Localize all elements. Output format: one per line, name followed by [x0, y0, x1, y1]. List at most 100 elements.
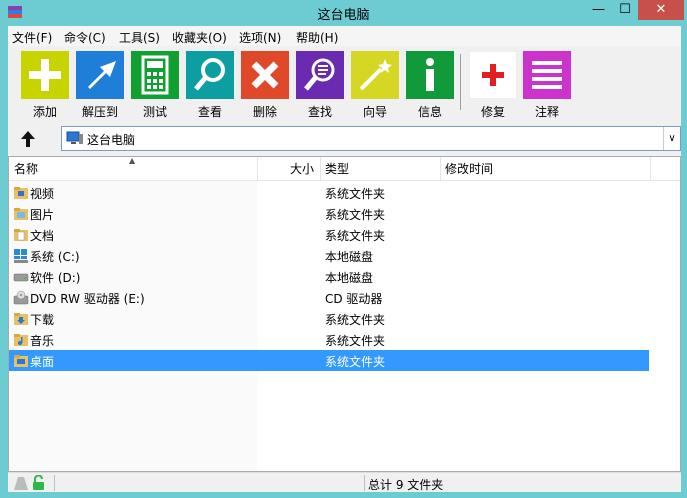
item-name: DVD RW 驱动器 (E:) — [30, 292, 145, 306]
title-bar[interactable]: 这台电脑 — ☐ ✕ — [0, 0, 687, 26]
menu-tools[interactable]: 工具(S) — [119, 29, 160, 46]
wizard-button[interactable]: 向导 — [350, 51, 400, 121]
comment-button[interactable]: 注释 — [522, 51, 572, 121]
address-row: 这台电脑 ∨ — [8, 124, 681, 154]
test-button[interactable]: 测试 — [130, 51, 180, 121]
delete-x-icon — [241, 51, 289, 99]
desktop-folder-icon — [13, 353, 29, 368]
drive-status-icon — [14, 477, 28, 490]
windows-drive-icon — [13, 248, 29, 263]
info-icon — [406, 51, 454, 99]
plus-icon — [21, 51, 69, 99]
address-bar[interactable]: 这台电脑 ∨ — [61, 126, 681, 151]
extract-to-label: 解压到 — [81, 105, 118, 119]
status-summary: 总计 9 文件夹 — [368, 478, 444, 492]
column-size[interactable]: 大小 — [285, 157, 321, 181]
maximize-button[interactable]: ☐ — [612, 0, 638, 20]
computer-icon — [66, 131, 84, 145]
info-button[interactable]: 信息 — [405, 51, 455, 121]
menu-options[interactable]: 选项(N) — [239, 29, 281, 46]
video-folder-icon — [13, 185, 29, 200]
item-name: 文档 — [30, 229, 55, 243]
extract-arrow-icon — [76, 51, 124, 99]
item-type: 系统文件夹 — [325, 355, 386, 369]
toolbar: 添加 解压到 测试 查看 删除 查找 向导 信息 修复 注释 — [8, 46, 681, 122]
toolbar-separator — [460, 54, 461, 110]
comment-label: 注释 — [534, 105, 559, 119]
menu-favorites[interactable]: 收藏夹(O) — [172, 29, 227, 46]
drive-icon — [13, 269, 29, 284]
comment-lines-icon — [523, 51, 571, 99]
close-button[interactable]: ✕ — [638, 0, 684, 20]
find-button[interactable]: 查找 — [295, 51, 345, 121]
status-bar: 总计 9 文件夹 — [8, 472, 681, 492]
item-type: 系统文件夹 — [325, 187, 386, 201]
wand-icon — [351, 51, 399, 99]
list-item[interactable]: 视频 系统文件夹 — [9, 182, 649, 203]
view-button[interactable]: 查看 — [185, 51, 235, 121]
item-name: 系统 (C:) — [30, 250, 80, 264]
menu-command[interactable]: 命令(C) — [64, 29, 106, 46]
item-type: 本地磁盘 — [325, 271, 374, 285]
red-cross-icon — [469, 51, 517, 99]
info-label: 信息 — [417, 105, 442, 119]
minimize-button[interactable]: — — [585, 0, 612, 20]
sort-ascending-icon: ▲ — [129, 156, 136, 165]
item-name: 图片 — [30, 208, 55, 222]
status-divider — [364, 475, 365, 491]
item-type: 系统文件夹 — [325, 334, 386, 348]
list-item[interactable]: 音乐 系统文件夹 — [9, 329, 649, 350]
pictures-folder-icon — [13, 206, 29, 221]
item-name: 软件 (D:) — [30, 271, 81, 285]
magnifier-icon — [186, 51, 234, 99]
list-item[interactable]: 下载 系统文件夹 — [9, 308, 649, 329]
find-icon — [296, 51, 344, 99]
file-list[interactable]: 名称 ▲ 大小 类型 修改时间 视频 系统文件夹 图片 系统文件夹 文档 系统文… — [8, 156, 681, 472]
column-type[interactable]: 类型 — [320, 157, 440, 181]
status-divider — [54, 475, 55, 491]
wizard-label: 向导 — [362, 105, 387, 119]
item-name: 桌面 — [30, 355, 55, 369]
repair-button[interactable]: 修复 — [468, 51, 518, 121]
item-type: 系统文件夹 — [325, 208, 386, 222]
item-type: CD 驱动器 — [325, 292, 383, 306]
menu-help[interactable]: 帮助(H) — [296, 29, 338, 46]
list-item[interactable]: 图片 系统文件夹 — [9, 203, 649, 224]
item-name: 音乐 — [30, 334, 55, 348]
address-path: 这台电脑 — [87, 133, 136, 147]
repair-label: 修复 — [480, 105, 505, 119]
item-name: 下载 — [30, 313, 55, 327]
music-folder-icon — [13, 332, 29, 347]
extract-to-button[interactable]: 解压到 — [75, 51, 125, 121]
column-divider — [650, 157, 651, 181]
view-label: 查看 — [197, 105, 222, 119]
status-icons — [12, 474, 52, 491]
address-dropdown-button[interactable]: ∨ — [663, 127, 680, 150]
list-item[interactable]: 系统 (C:) 本地磁盘 — [9, 245, 649, 266]
documents-folder-icon — [13, 227, 29, 242]
item-name: 视频 — [30, 187, 55, 201]
lock-icon — [33, 482, 44, 490]
column-divider — [257, 157, 258, 181]
delete-label: 删除 — [252, 105, 277, 119]
window-title: 这台电脑 — [317, 8, 370, 23]
dvd-drive-icon — [13, 290, 29, 305]
list-item-selected[interactable]: 桌面 系统文件夹 — [9, 350, 649, 371]
list-item[interactable]: 文档 系统文件夹 — [9, 224, 649, 245]
add-button[interactable]: 添加 — [20, 51, 70, 121]
delete-button[interactable]: 删除 — [240, 51, 290, 121]
list-item[interactable]: DVD RW 驱动器 (E:) CD 驱动器 — [9, 287, 649, 308]
item-type: 系统文件夹 — [325, 313, 386, 327]
calculator-icon — [131, 51, 179, 99]
column-header: 名称 ▲ 大小 类型 修改时间 — [9, 156, 680, 181]
item-type: 系统文件夹 — [325, 229, 386, 243]
menu-bar: 文件(F) 命令(C) 工具(S) 收藏夹(O) 选项(N) 帮助(H) — [8, 26, 681, 46]
list-item[interactable]: 软件 (D:) 本地磁盘 — [9, 266, 649, 287]
test-label: 测试 — [142, 105, 167, 119]
item-type: 本地磁盘 — [325, 250, 374, 264]
client-area: 文件(F) 命令(C) 工具(S) 收藏夹(O) 选项(N) 帮助(H) 添加 … — [8, 26, 681, 492]
app-window: 这台电脑 — ☐ ✕ 文件(F) 命令(C) 工具(S) 收藏夹(O) 选项(N… — [0, 0, 687, 498]
column-modified[interactable]: 修改时间 — [440, 157, 650, 181]
up-arrow-icon[interactable] — [18, 128, 38, 150]
menu-file[interactable]: 文件(F) — [12, 29, 52, 46]
